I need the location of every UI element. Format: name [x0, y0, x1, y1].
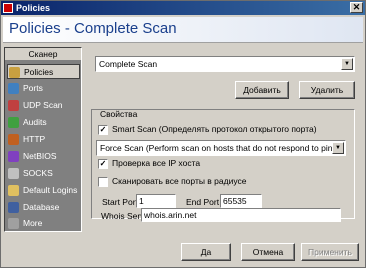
- check-all-ips-label: Проверка все IP хоста: [112, 158, 201, 168]
- more-icon: [8, 218, 19, 229]
- sidebar-item-socks[interactable]: SOCKS: [7, 166, 80, 181]
- properties-group-title: Свойства: [100, 109, 138, 119]
- sidebar-item-label: Database: [23, 202, 60, 212]
- default-logins-icon: [8, 185, 19, 196]
- http-icon: [8, 134, 19, 145]
- sidebar-item-policies[interactable]: Policies: [7, 64, 80, 79]
- sidebar: Сканер Policies Ports UDP Scan Audits HT…: [4, 47, 82, 232]
- delete-button[interactable]: Удалить: [299, 81, 355, 99]
- sidebar-item-label: UDP Scan: [23, 100, 63, 110]
- scan-all-ports-label: Сканировать все порты в радиусе: [112, 176, 247, 186]
- sidebar-heading[interactable]: Сканер: [5, 48, 81, 61]
- start-port-input[interactable]: 1: [136, 194, 176, 208]
- close-icon: ✕: [352, 2, 361, 12]
- sidebar-item-default-logins[interactable]: Default Logins: [7, 183, 80, 198]
- sidebar-item-ports[interactable]: Ports: [7, 81, 80, 96]
- sidebar-item-label: More: [23, 218, 43, 228]
- close-button[interactable]: ✕: [350, 2, 363, 13]
- chevron-down-icon[interactable]: ▼: [341, 58, 353, 70]
- scan-all-ports-checkbox[interactable]: [98, 177, 108, 187]
- socks-icon: [8, 168, 19, 179]
- sidebar-item-label: Default Logins: [23, 185, 78, 195]
- policies-icon: [9, 67, 20, 78]
- sidebar-item-udp-scan[interactable]: UDP Scan: [7, 98, 80, 113]
- start-port-label: Start Port: [102, 197, 138, 207]
- netbios-icon: [8, 151, 19, 162]
- sidebar-item-database[interactable]: Database: [7, 200, 80, 215]
- app-icon: [3, 3, 13, 13]
- cancel-button[interactable]: Отмена: [241, 243, 295, 261]
- force-scan-select[interactable]: Force Scan (Perform scan on hosts that d…: [96, 140, 346, 156]
- sidebar-item-label: NetBIOS: [23, 151, 57, 161]
- main-panel: Complete Scan ▼ Добавить Удалить Свойств…: [85, 47, 363, 232]
- udp-scan-icon: [8, 100, 19, 111]
- add-button[interactable]: Добавить: [235, 81, 289, 99]
- page-header: Policies - Complete Scan: [3, 17, 363, 43]
- whois-server-input[interactable]: whois.arin.net: [141, 208, 341, 222]
- properties-group: Свойства ✓ Smart Scan (Определять проток…: [91, 109, 355, 219]
- policies-window: Policies ✕ Policies - Complete Scan Скан…: [0, 0, 366, 268]
- apply-button[interactable]: Применить: [301, 243, 359, 261]
- check-all-ips-checkbox[interactable]: ✓: [98, 159, 108, 169]
- end-port-label: End Port: [186, 197, 220, 207]
- end-port-input[interactable]: 65535: [220, 194, 262, 208]
- sidebar-item-label: HTTP: [23, 134, 46, 144]
- sidebar-item-http[interactable]: HTTP: [7, 132, 80, 147]
- sidebar-item-label: Ports: [23, 83, 43, 93]
- smart-scan-label: Smart Scan (Определять протокол открытог…: [112, 124, 317, 134]
- sidebar-item-label: Audits: [23, 117, 47, 127]
- title-bar: Policies ✕: [1, 1, 365, 15]
- sidebar-item-label: SOCKS: [23, 168, 53, 178]
- database-icon: [8, 202, 19, 213]
- page-title: Policies - Complete Scan: [9, 20, 177, 37]
- sidebar-item-netbios[interactable]: NetBIOS: [7, 149, 80, 164]
- ports-icon: [8, 83, 19, 94]
- sidebar-item-audits[interactable]: Audits: [7, 115, 80, 130]
- policy-select[interactable]: Complete Scan ▼: [95, 56, 355, 72]
- ok-button[interactable]: Да: [181, 243, 231, 261]
- policy-select-value: Complete Scan: [99, 59, 158, 69]
- sidebar-item-label: Policies: [24, 67, 54, 77]
- audits-icon: [8, 117, 19, 128]
- sidebar-item-more[interactable]: More: [7, 216, 80, 231]
- force-scan-select-value: Force Scan (Perform scan on hosts that d…: [100, 143, 345, 153]
- window-title: Policies: [16, 3, 51, 13]
- chevron-down-icon[interactable]: ▼: [332, 142, 344, 154]
- smart-scan-checkbox[interactable]: ✓: [98, 125, 108, 135]
